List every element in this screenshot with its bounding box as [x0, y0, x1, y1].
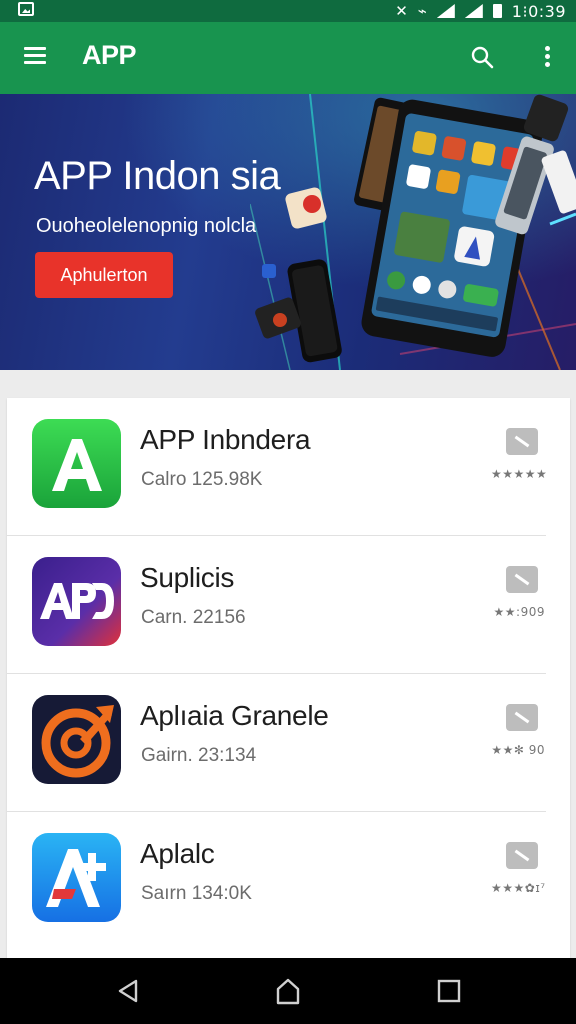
install-icon[interactable] — [506, 566, 538, 593]
app-meta: Calro 125.98K — [141, 469, 263, 490]
app-list: APP Inbndera Calro 125.98K ★★★★★ Suplici… — [7, 398, 570, 958]
app-meta: Carn. 22156 — [141, 607, 246, 628]
app-name: Aplalc — [140, 838, 215, 869]
vibrate-icon: ⌁ — [417, 2, 427, 20]
search-icon[interactable] — [470, 45, 494, 69]
banner-cta-button[interactable]: Aphulerton — [35, 252, 173, 298]
app-name: Aplıaia Granele — [140, 700, 329, 731]
target-icon — [32, 695, 121, 784]
app-store-a-icon — [32, 833, 121, 922]
app-name: APP Inbndera — [140, 424, 311, 455]
app-title: APP — [82, 40, 137, 70]
gallery-notification-icon — [18, 2, 34, 16]
banner-title: APP Indon sia — [34, 154, 281, 198]
install-icon[interactable] — [506, 704, 538, 731]
app-rating: ★★★✿ɪ⁷ — [491, 881, 546, 895]
signal-icon — [464, 4, 483, 18]
app-name: Suplicis — [140, 562, 235, 593]
battery-icon — [492, 4, 502, 18]
list-item[interactable]: Suplicis Carn. 22156 ★★:909 — [7, 536, 570, 674]
app-rating: ★★★★★ — [491, 467, 548, 481]
status-time: 1⁝0:39 — [511, 1, 566, 21]
phones-illustration — [250, 94, 576, 370]
app-meta: Gairn. 23:134 — [141, 745, 257, 766]
system-nav-bar — [0, 958, 576, 1024]
list-item[interactable]: Aplalc Saırn 134:0K ★★★✿ɪ⁷ — [7, 812, 570, 950]
app-bar: APP — [0, 22, 576, 94]
app-meta: Saırn 134:0K — [141, 883, 252, 904]
recents-icon[interactable] — [435, 977, 463, 1005]
install-icon[interactable] — [506, 428, 538, 455]
more-vert-icon[interactable] — [542, 44, 552, 70]
apd-logo-icon — [32, 557, 121, 646]
wifi-icon — [436, 4, 455, 18]
list-item[interactable]: APP Inbndera Calro 125.98K ★★★★★ — [7, 398, 570, 536]
list-item[interactable]: Aplıaia Granele Gairn. 23:134 ★★✻ 90 — [7, 674, 570, 812]
promo-banner[interactable]: APP Indon sia Ouoheolelenopnig nolcla Ap… — [0, 94, 576, 370]
app-rating: ★★✻ 90 — [491, 743, 545, 757]
status-icons: ✕ ⌁ 1⁝0:39 — [395, 0, 566, 22]
home-icon[interactable] — [274, 977, 302, 1005]
banner-subtitle: Ouoheolelenopnig nolcla — [36, 215, 257, 237]
app-rating: ★★:909 — [493, 605, 545, 619]
menu-icon[interactable] — [24, 47, 46, 65]
status-bar: ✕ ⌁ 1⁝0:39 — [0, 0, 576, 22]
mute-icon: ✕ — [395, 2, 408, 20]
install-icon[interactable] — [506, 842, 538, 869]
letter-a-icon — [32, 419, 121, 508]
back-icon[interactable] — [114, 977, 142, 1005]
